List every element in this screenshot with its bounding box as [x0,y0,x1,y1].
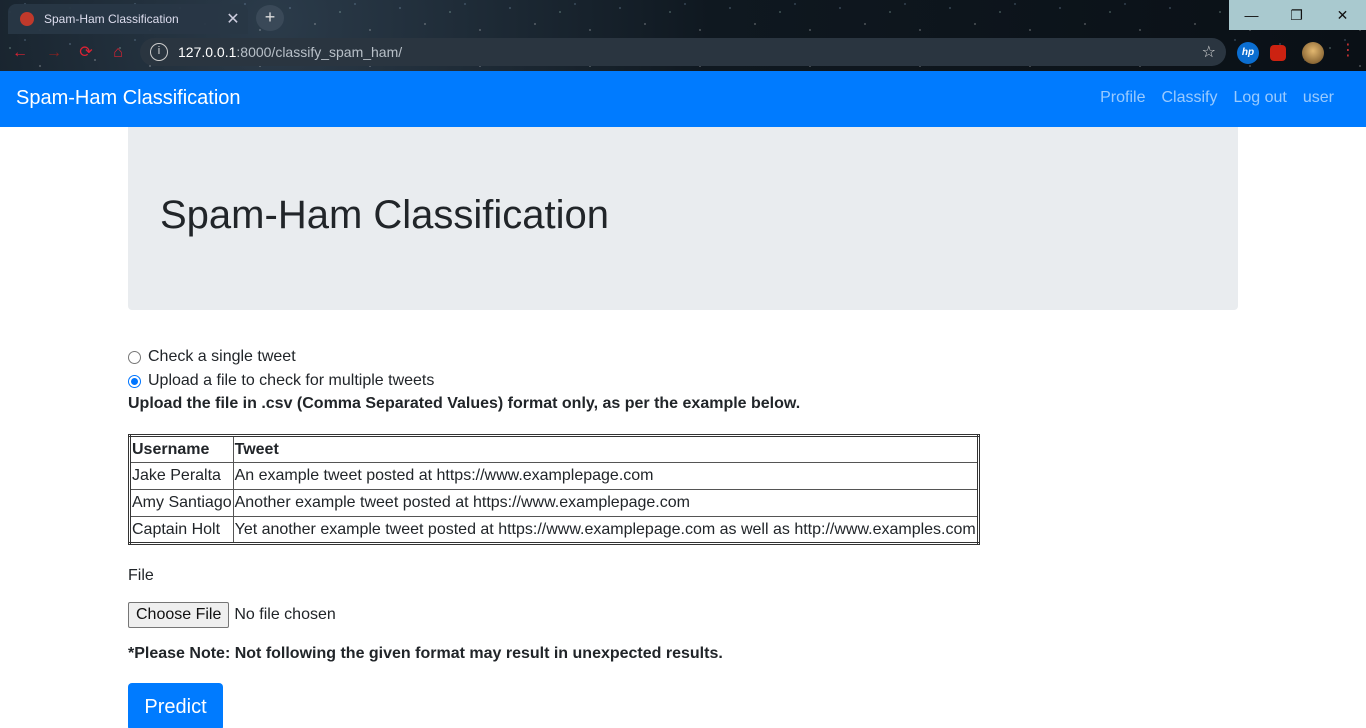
extension-icon[interactable] [1270,45,1286,61]
file-input[interactable]: Choose File No file chosen [128,601,1238,629]
radio-single-tweet[interactable] [128,350,141,364]
navbar-links: Profile Classify Log out user [1092,89,1342,107]
tab-title: Spam-Ham Classification [44,12,179,26]
table-row: Captain Holt Yet another example tweet p… [129,516,979,544]
browser-chrome: Spam-Ham Classification ✕ + — ❐ ✕ ← → ⟳ … [0,0,1366,71]
radio-upload-file[interactable] [128,374,141,388]
cell-username: Jake Peralta [129,462,234,490]
hp-extension-icon[interactable]: hp [1237,42,1259,64]
option-single-tweet[interactable]: Check a single tweet [128,345,1238,369]
navbar-brand[interactable]: Spam-Ham Classification [16,87,241,110]
url-path: :8000/classify_spam_ham/ [236,44,403,60]
option-upload-file[interactable]: Upload a file to check for multiple twee… [128,369,1238,393]
nav-link-classify[interactable]: Classify [1153,89,1225,107]
column-header-tweet: Tweet [232,435,979,463]
minimize-button[interactable]: — [1229,0,1274,30]
jumbotron: Spam-Ham Classification [128,127,1238,310]
choose-file-button[interactable]: Choose File [128,602,230,628]
file-label: File [128,567,154,584]
reload-icon[interactable]: ⟳ [74,41,98,65]
page-title: Spam-Ham Classification [160,193,610,237]
browser-menu-icon[interactable]: ⋮ [1340,40,1362,62]
profile-avatar[interactable] [1302,42,1324,64]
classify-form: Check a single tweet Upload a file to ch… [128,345,1238,728]
format-note: *Please Note: Not following the given fo… [128,645,723,662]
cell-username: Captain Holt [129,516,234,544]
back-arrow-icon[interactable]: ← [8,41,32,65]
restore-button[interactable]: ❐ [1274,0,1319,30]
tab-close-icon[interactable]: ✕ [222,9,244,29]
tab-favicon-icon [20,12,34,26]
new-tab-button[interactable]: + [256,5,284,31]
app-navbar: Spam-Ham Classification Profile Classify… [0,71,1366,127]
file-status: No file chosen [234,606,336,623]
cell-tweet: An example tweet posted at https://www.e… [232,462,979,490]
url-host: 127.0.0.1 [178,44,237,60]
browser-tab[interactable]: Spam-Ham Classification ✕ [8,4,248,34]
window-close-button[interactable]: ✕ [1319,0,1366,30]
browser-toolbar: ← → ⟳ ⌂ i 127.0.0.1:8000/classify_spam_h… [0,36,1366,70]
address-bar[interactable]: i 127.0.0.1:8000/classify_spam_ham/ ☆ [140,38,1226,66]
home-icon[interactable]: ⌂ [106,41,130,65]
table-row: Amy Santiago Another example tweet poste… [129,489,979,517]
nav-link-profile[interactable]: Profile [1092,89,1153,107]
column-header-username: Username [129,435,234,463]
cell-username: Amy Santiago [129,489,234,517]
option-upload-file-label: Upload a file to check for multiple twee… [148,372,435,389]
predict-button[interactable]: Predict [128,683,223,728]
format-instruction: Upload the file in .csv (Comma Separated… [128,395,801,412]
cell-tweet: Yet another example tweet posted at http… [232,516,979,544]
forward-arrow-icon[interactable]: → [42,41,66,65]
site-info-icon[interactable]: i [150,43,168,61]
table-row: Jake Peralta An example tweet posted at … [129,462,979,490]
nav-link-user[interactable]: user [1295,89,1342,107]
cell-tweet: Another example tweet posted at https://… [232,489,979,517]
bookmark-star-icon[interactable]: ☆ [1202,42,1216,62]
example-table: Username Tweet Jake Peralta An example t… [128,434,980,545]
option-single-tweet-label: Check a single tweet [148,348,296,365]
nav-link-logout[interactable]: Log out [1225,89,1294,107]
table-header-row: Username Tweet [129,435,979,463]
